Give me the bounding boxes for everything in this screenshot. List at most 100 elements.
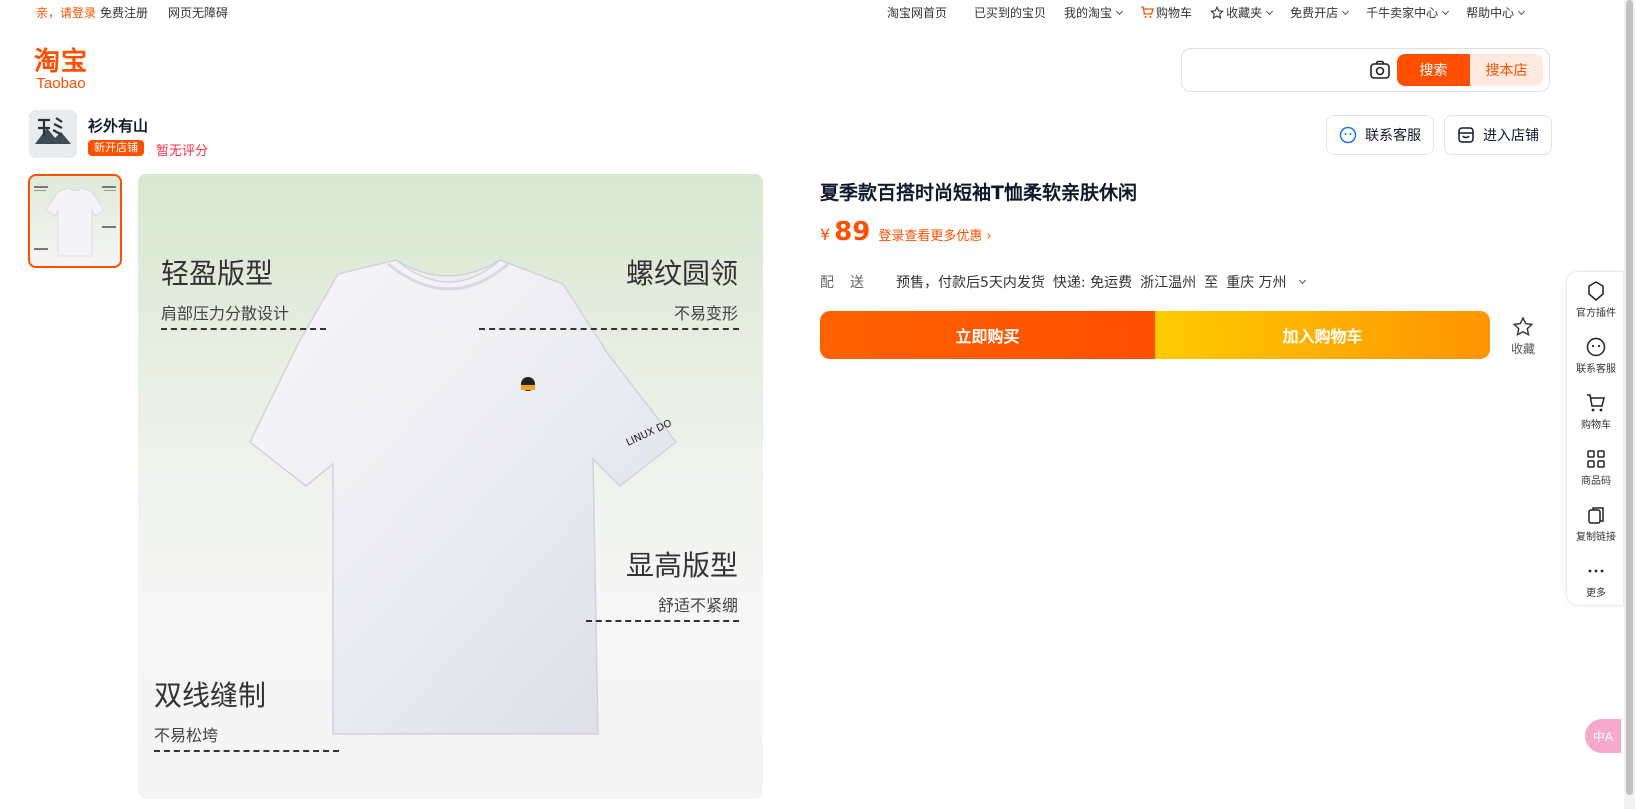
shop-logo-image: [29, 110, 77, 158]
logo-cn: 淘宝: [33, 47, 88, 77]
chevron-down-icon: [1342, 7, 1350, 15]
divider: [161, 328, 326, 330]
qrcode-icon: [1587, 450, 1605, 468]
feature-double-stitch: 双线缝制 不易松垮: [154, 674, 266, 746]
cart-icon: [1141, 6, 1154, 18]
contact-service-label: 联系客服: [1365, 128, 1421, 144]
shop-icon: [1458, 127, 1474, 143]
add-to-cart-button[interactable]: 加入购物车: [1155, 311, 1490, 359]
login-more-discount-link[interactable]: 登录查看更多优惠 ›: [878, 225, 991, 244]
toolbar-label: 更多: [1586, 588, 1606, 599]
my-taobao-menu[interactable]: 我的淘宝: [1064, 4, 1124, 21]
feature-title: 双线缝制: [154, 679, 267, 712]
star-icon: [1512, 316, 1534, 337]
divider: [154, 750, 339, 752]
my-taobao-label: 我的淘宝: [1064, 6, 1113, 20]
chevron-down-icon: [1442, 7, 1450, 15]
feature-title: 显高版型: [625, 549, 738, 582]
toolbar-label: 商品码: [1581, 476, 1611, 487]
favorites-menu[interactable]: 收藏夹: [1210, 4, 1274, 21]
home-link-label: 淘宝网首页: [887, 6, 948, 20]
toolbar-copy-link[interactable]: 复制链接: [1567, 504, 1625, 543]
camera-icon[interactable]: [1369, 59, 1391, 81]
feature-subtitle: 不易变形: [673, 304, 738, 323]
enter-shop-label: 进入店铺: [1483, 128, 1539, 144]
favorites-label: 收藏夹: [1226, 6, 1263, 20]
product-thumbnail[interactable]: [28, 174, 122, 268]
search-button[interactable]: 搜索: [1397, 54, 1470, 86]
toolbar-label: 联系客服: [1576, 364, 1616, 375]
right-toolbar: 官方插件 联系客服 购物车 商品码 复制链接 更多: [1566, 271, 1624, 606]
page-scrollbar[interactable]: [1624, 0, 1635, 809]
price-symbol: ¥: [820, 225, 831, 244]
feature-title: 轻盈版型: [161, 257, 274, 290]
star-icon: [1210, 5, 1224, 19]
translate-button[interactable]: 中A: [1585, 719, 1621, 753]
contact-service-button[interactable]: 联系客服: [1326, 115, 1434, 155]
search-shop-button[interactable]: 搜本店: [1470, 54, 1543, 86]
chevron-down-icon: [1518, 7, 1526, 15]
favorite-label: 收藏: [1510, 342, 1535, 356]
more-icon: [1588, 569, 1604, 573]
main-product-image[interactable]: LINUX DO 轻盈版型 肩部压力分散设计 螺纹圆领 不易变形 显高版型 舒适…: [138, 174, 763, 799]
shipping-row: 配送 预售，付款后5天内发货 快递: 免运费 浙江温州 至 重庆 万州: [820, 272, 1313, 292]
search-input[interactable]: [1192, 57, 1342, 83]
shop-rating: 暂无评分: [156, 144, 209, 159]
purchased-link[interactable]: 已买到的宝贝: [974, 4, 1046, 21]
service-icon: [1586, 337, 1606, 357]
feature-subtitle: 肩部压力分散设计: [161, 304, 290, 323]
new-shop-badge: 新开店铺: [88, 140, 144, 156]
toolbar-service[interactable]: 联系客服: [1567, 336, 1625, 375]
seller-center-menu[interactable]: 千牛卖家中心: [1366, 4, 1450, 21]
scrollbar-thumb[interactable]: [1626, 0, 1633, 795]
feature-light-fit: 轻盈版型 肩部压力分散设计: [161, 252, 289, 324]
top-bar-right: 淘宝网首页 已买到的宝贝 我的淘宝 购物车 收藏夹 免费开店 千牛卖家中心 帮助…: [887, 4, 1542, 21]
enter-shop-button[interactable]: 进入店铺: [1444, 115, 1552, 155]
cart-link[interactable]: 购物车: [1140, 4, 1192, 21]
toolbar-more[interactable]: 更多: [1567, 560, 1625, 599]
shipping-presale: 预售，付款后5天内发货: [896, 275, 1045, 291]
feature-subtitle: 不易松垮: [154, 726, 219, 745]
service-smile-icon: [1339, 126, 1357, 144]
login-link[interactable]: 亲，请登录: [36, 4, 96, 21]
shop-avatar[interactable]: [29, 110, 77, 158]
toolbar-qrcode[interactable]: 商品码: [1567, 448, 1625, 487]
home-link[interactable]: 淘宝网首页: [887, 4, 947, 21]
help-menu[interactable]: 帮助中心: [1466, 4, 1526, 21]
taobao-logo[interactable]: 淘宝 Taobao: [30, 48, 92, 92]
chevron-down-icon: [1116, 7, 1124, 15]
accessibility-link[interactable]: 网页无障碍: [168, 4, 228, 21]
logo-en: Taobao: [36, 75, 86, 92]
toolbar-label: 购物车: [1581, 420, 1611, 431]
cart-icon: [1587, 394, 1605, 412]
toolbar-plugin[interactable]: 官方插件: [1567, 280, 1625, 319]
shipping-express: 快递: 免运费: [1052, 275, 1133, 291]
thumbnail-image: [34, 186, 116, 257]
shop-name[interactable]: 衫外有山: [88, 115, 148, 136]
shipping-destination-select[interactable]: 重庆 万州: [1226, 272, 1306, 292]
copy-icon: [1588, 507, 1604, 524]
feature-tall-fit: 显高版型 舒适不紧绷: [626, 544, 738, 616]
shipping-destination-label: 重庆 万州: [1226, 275, 1287, 291]
cart-link-label: 购物车: [1156, 6, 1193, 20]
shipping-from: 浙江温州: [1140, 275, 1197, 291]
open-shop-menu[interactable]: 免费开店: [1290, 4, 1350, 21]
register-link[interactable]: 免费注册: [100, 4, 148, 21]
shipping-to-word: 至: [1204, 275, 1219, 291]
buy-now-button[interactable]: 立即购买: [820, 311, 1155, 359]
seller-center-label: 千牛卖家中心: [1366, 6, 1439, 20]
favorite-button[interactable]: 收藏: [1508, 316, 1538, 357]
chevron-down-icon: [1298, 276, 1306, 285]
toolbar-label: 官方插件: [1576, 308, 1616, 319]
open-shop-label: 免费开店: [1290, 6, 1339, 20]
toolbar-cart[interactable]: 购物车: [1567, 392, 1625, 431]
feature-title: 螺纹圆领: [625, 257, 738, 290]
product-title: 夏季款百搭时尚短袖T恤柔软亲肤休闲: [820, 182, 1137, 204]
purchased-link-label: 已买到的宝贝: [974, 6, 1047, 20]
shipping-label: 配送: [820, 275, 880, 291]
divider: [586, 620, 739, 622]
search-bar: 搜索 搜本店: [1181, 48, 1550, 92]
divider: [479, 328, 739, 330]
price-row: ¥ 89 登录查看更多优惠 ›: [820, 217, 992, 247]
chevron-down-icon: [1266, 7, 1274, 15]
